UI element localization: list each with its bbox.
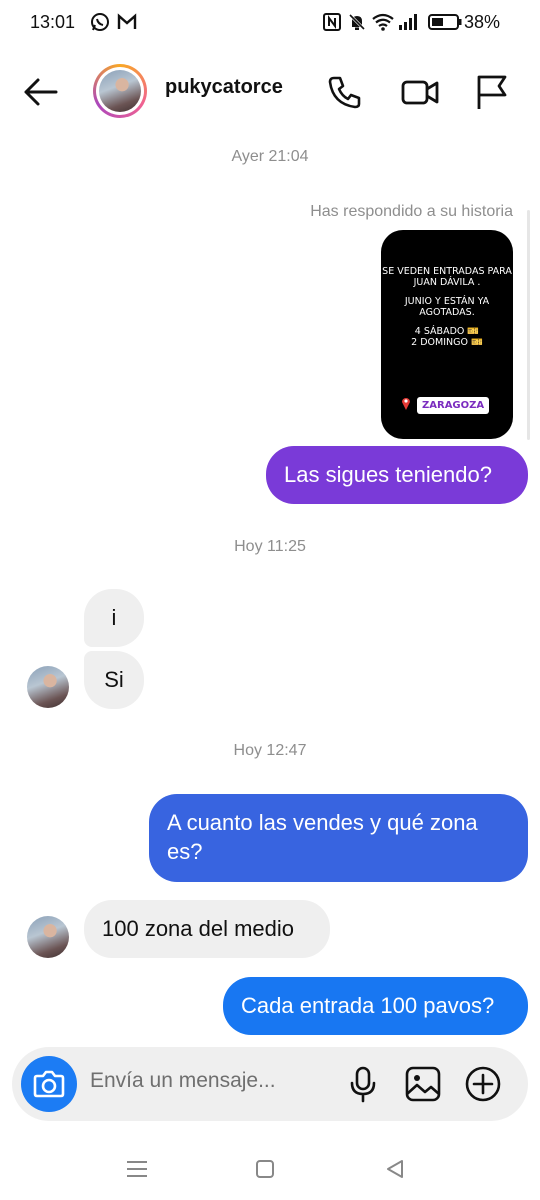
message-outgoing[interactable]: Cada entrada 100 pavos? bbox=[223, 977, 528, 1035]
gallery-button[interactable] bbox=[403, 1064, 443, 1104]
avatar-image bbox=[99, 70, 141, 112]
home-button[interactable] bbox=[250, 1154, 280, 1184]
video-call-button[interactable] bbox=[400, 72, 440, 112]
phone-icon bbox=[325, 76, 365, 116]
chat-username[interactable]: pukycatorce bbox=[165, 76, 283, 99]
scrollbar[interactable] bbox=[527, 210, 530, 440]
story-text-line: 2 DOMINGO 🎫 bbox=[411, 337, 483, 348]
timestamp: Hoy 12:47 bbox=[233, 742, 307, 759]
story-preview[interactable]: SE VEDEN ENTRADAS PARA JUAN DÁVILA . JUN… bbox=[381, 230, 513, 439]
battery-percentage: 38% bbox=[463, 12, 500, 32]
voice-call-button[interactable] bbox=[325, 72, 365, 112]
location-sticker: ZARAGOZA bbox=[417, 397, 490, 414]
status-time: 13:01 bbox=[30, 12, 76, 32]
message-incoming[interactable]: Si bbox=[84, 651, 144, 709]
status-bar: 13:01 38% bbox=[0, 0, 540, 48]
triangle-back-icon bbox=[380, 1160, 410, 1188]
chat-header: pukycatorce bbox=[0, 52, 540, 132]
add-icon bbox=[463, 1066, 503, 1108]
wifi-icon bbox=[371, 12, 395, 37]
microphone-icon bbox=[343, 1066, 383, 1108]
timestamp: Hoy 11:25 bbox=[234, 538, 306, 555]
system-navigation-bar bbox=[0, 1140, 540, 1200]
message-input[interactable] bbox=[90, 1069, 320, 1093]
sender-avatar[interactable] bbox=[27, 666, 69, 708]
message-incoming[interactable]: 100 zona del medio bbox=[84, 900, 330, 958]
message-composer bbox=[12, 1047, 528, 1121]
system-back-button[interactable] bbox=[380, 1154, 410, 1184]
flag-icon bbox=[472, 75, 512, 116]
square-icon bbox=[250, 1160, 280, 1188]
video-camera-icon bbox=[400, 80, 440, 116]
camera-icon bbox=[21, 1070, 77, 1116]
story-text-line: SE VEDEN ENTRADAS PARA JUAN DÁVILA . bbox=[382, 266, 512, 288]
signal-icon bbox=[398, 12, 420, 37]
nfc-icon bbox=[322, 12, 342, 37]
voice-message-button[interactable] bbox=[343, 1064, 383, 1104]
timestamp: Ayer 21:04 bbox=[231, 148, 309, 165]
battery-icon bbox=[428, 14, 462, 35]
gmail-icon bbox=[117, 12, 137, 37]
report-button[interactable] bbox=[472, 72, 512, 112]
story-reply-note: Has respondido a su historia bbox=[310, 203, 513, 220]
location-pin-icon bbox=[401, 396, 411, 410]
story-text-line: JUNIO Y ESTÁN YA AGOTADAS. bbox=[404, 296, 490, 318]
sender-avatar[interactable] bbox=[27, 916, 69, 958]
more-options-button[interactable] bbox=[463, 1064, 503, 1104]
bell-muted-icon bbox=[347, 12, 367, 37]
gallery-icon bbox=[403, 1066, 443, 1108]
recent-apps-button[interactable] bbox=[122, 1154, 152, 1184]
message-outgoing[interactable]: Las sigues teniendo? bbox=[266, 446, 528, 504]
story-text-line: 4 SÁBADO 🎫 bbox=[414, 326, 480, 337]
back-button[interactable] bbox=[20, 72, 64, 112]
whatsapp-icon bbox=[90, 12, 110, 37]
camera-button[interactable] bbox=[21, 1056, 77, 1112]
back-arrow-icon bbox=[20, 78, 60, 116]
menu-lines-icon bbox=[122, 1161, 152, 1188]
message-outgoing[interactable]: A cuanto las vendes y qué zona es? bbox=[149, 794, 528, 882]
profile-avatar[interactable] bbox=[93, 64, 147, 118]
message-incoming[interactable]: i bbox=[84, 589, 144, 647]
